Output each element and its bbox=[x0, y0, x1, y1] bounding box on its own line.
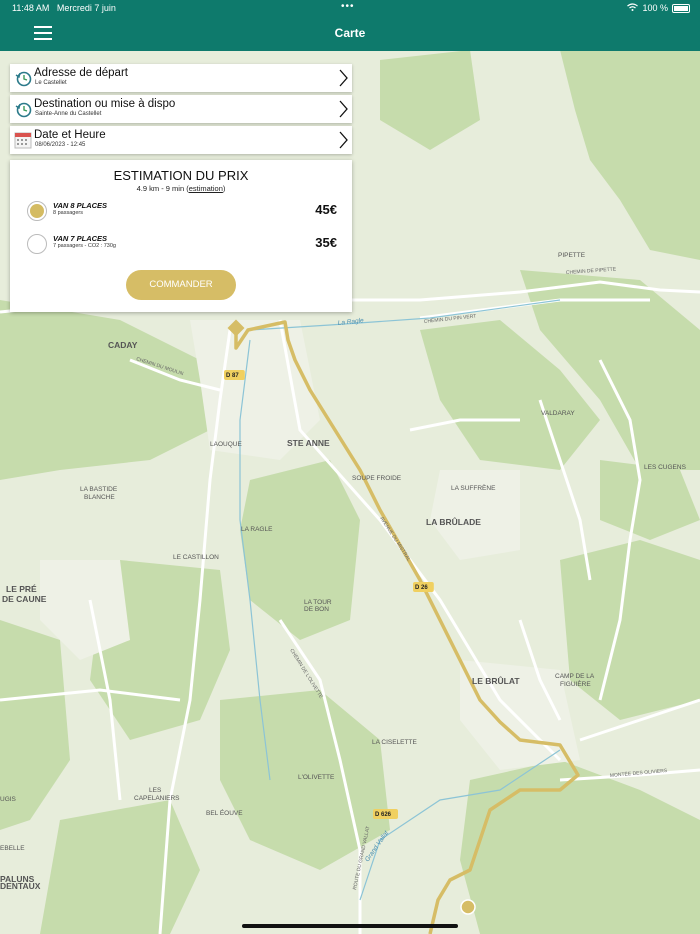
map-label-small: LAOUQUE bbox=[210, 441, 242, 448]
map-label-place: DE CAUNE bbox=[2, 594, 47, 604]
chevron-right-icon bbox=[339, 69, 348, 87]
row-subtitle: Le Castellet bbox=[35, 80, 67, 86]
page-title: Carte bbox=[334, 26, 366, 40]
history-clock-icon bbox=[15, 102, 32, 118]
map-label-shield: D 26 bbox=[415, 585, 428, 591]
vehicle-option-van-8[interactable]: VAN 8 PLACES 8 passagers 45€ bbox=[24, 200, 340, 224]
status-indicators: 100 % bbox=[627, 3, 690, 13]
map-label-small: EBELLE bbox=[0, 845, 25, 852]
map-label-shield: D 87 bbox=[226, 373, 239, 379]
row-subtitle: Sainte-Anne du Castellet bbox=[35, 111, 102, 117]
map-label-small: LE CASTILLON bbox=[173, 554, 219, 561]
chevron-right-icon bbox=[339, 131, 348, 149]
order-button[interactable]: COMMANDER bbox=[126, 270, 236, 300]
map-label-place: LA BRÛLADE bbox=[426, 516, 481, 527]
map-label-small: LA CISELETTE bbox=[372, 739, 417, 746]
vehicle-detail: 8 passagers bbox=[53, 210, 83, 216]
vehicle-price: 45€ bbox=[315, 202, 337, 217]
map-label-shield: D 626 bbox=[375, 812, 392, 818]
map-label-small: CAPELANIERS bbox=[134, 795, 180, 802]
map-label-small: DE BON bbox=[304, 606, 329, 613]
wifi-icon bbox=[627, 3, 639, 13]
map-label-small: LES CUGENS bbox=[644, 464, 687, 471]
nav-bar: Carte bbox=[0, 16, 700, 51]
map-label-small: LA SUFFRÈNE bbox=[451, 483, 496, 492]
map-label-small: FIGUIÈRE bbox=[560, 679, 591, 688]
map-label-place: DENTAUX bbox=[0, 881, 41, 891]
home-indicator[interactable] bbox=[242, 924, 458, 928]
map-label-small: LES bbox=[149, 787, 162, 794]
destination-row[interactable]: Destination ou mise à dispo Sainte-Anne … bbox=[10, 95, 352, 123]
departure-address-row[interactable]: Adresse de départ Le Castellet bbox=[10, 64, 352, 92]
history-clock-icon bbox=[15, 71, 32, 87]
map-label-small: L'OLIVETTE bbox=[298, 774, 335, 781]
map-label-small: BEL ÉOUVE bbox=[206, 808, 243, 817]
date-time-row[interactable]: Date et Heure 08/06/2023 - 12:45 bbox=[10, 126, 352, 154]
chevron-right-icon bbox=[339, 100, 348, 118]
row-title: Date et Heure bbox=[34, 129, 106, 141]
vehicle-price: 35€ bbox=[315, 235, 337, 250]
map-label-small: PIPETTE bbox=[558, 252, 586, 259]
map-label-small: BLANCHE bbox=[84, 494, 115, 501]
status-bar: 11:48 AM Mercredi 7 juin ••• 100 % bbox=[0, 0, 700, 16]
map-label-place: STE ANNE bbox=[287, 438, 330, 448]
battery-percent: 100 % bbox=[642, 3, 668, 13]
status-time: 11:48 AM Mercredi 7 juin bbox=[12, 3, 116, 13]
map-label-place: LE BRÛLAT bbox=[472, 675, 520, 686]
price-estimate-card: ESTIMATION DU PRIX 4.9 km - 9 min (estim… bbox=[10, 160, 352, 312]
row-title: Adresse de départ bbox=[34, 67, 128, 79]
estimate-meta: 4.9 km - 9 min (estimation) bbox=[136, 184, 226, 193]
destination-marker[interactable] bbox=[460, 899, 476, 915]
multitasking-dots[interactable]: ••• bbox=[341, 1, 355, 12]
row-title: Destination ou mise à dispo bbox=[34, 98, 176, 110]
map-label-small: CAMP DE LA bbox=[555, 673, 595, 680]
map-label-small: SOUPE FROIDE bbox=[352, 475, 402, 482]
map-label-small: LA TOUR bbox=[304, 599, 332, 606]
estimate-title: ESTIMATION DU PRIX bbox=[113, 168, 249, 183]
map-label-small: LA BASTIDE bbox=[80, 486, 118, 493]
row-subtitle: 08/06/2023 - 12:45 bbox=[35, 142, 86, 148]
map-label-place: LE PRÉ bbox=[6, 584, 37, 594]
calendar-icon bbox=[14, 132, 32, 149]
map-label-place: CADAY bbox=[108, 340, 138, 350]
map-label-small: VALDARAY bbox=[541, 410, 575, 417]
vehicle-name: VAN 8 PLACES bbox=[53, 201, 108, 210]
map-label-small: UGIS bbox=[0, 796, 17, 803]
vehicle-name: VAN 7 PLACES bbox=[53, 234, 108, 243]
radio-unselected[interactable] bbox=[27, 234, 47, 254]
battery-icon bbox=[672, 3, 690, 13]
vehicle-detail: 7 passagers - CO2 : 730g bbox=[53, 243, 116, 249]
radio-selected[interactable] bbox=[27, 201, 47, 221]
map-label-small: LA RAGLE bbox=[241, 526, 273, 533]
estimation-link[interactable]: estimation bbox=[189, 184, 223, 193]
vehicle-option-van-7[interactable]: VAN 7 PLACES 7 passagers - CO2 : 730g 35… bbox=[24, 233, 340, 257]
